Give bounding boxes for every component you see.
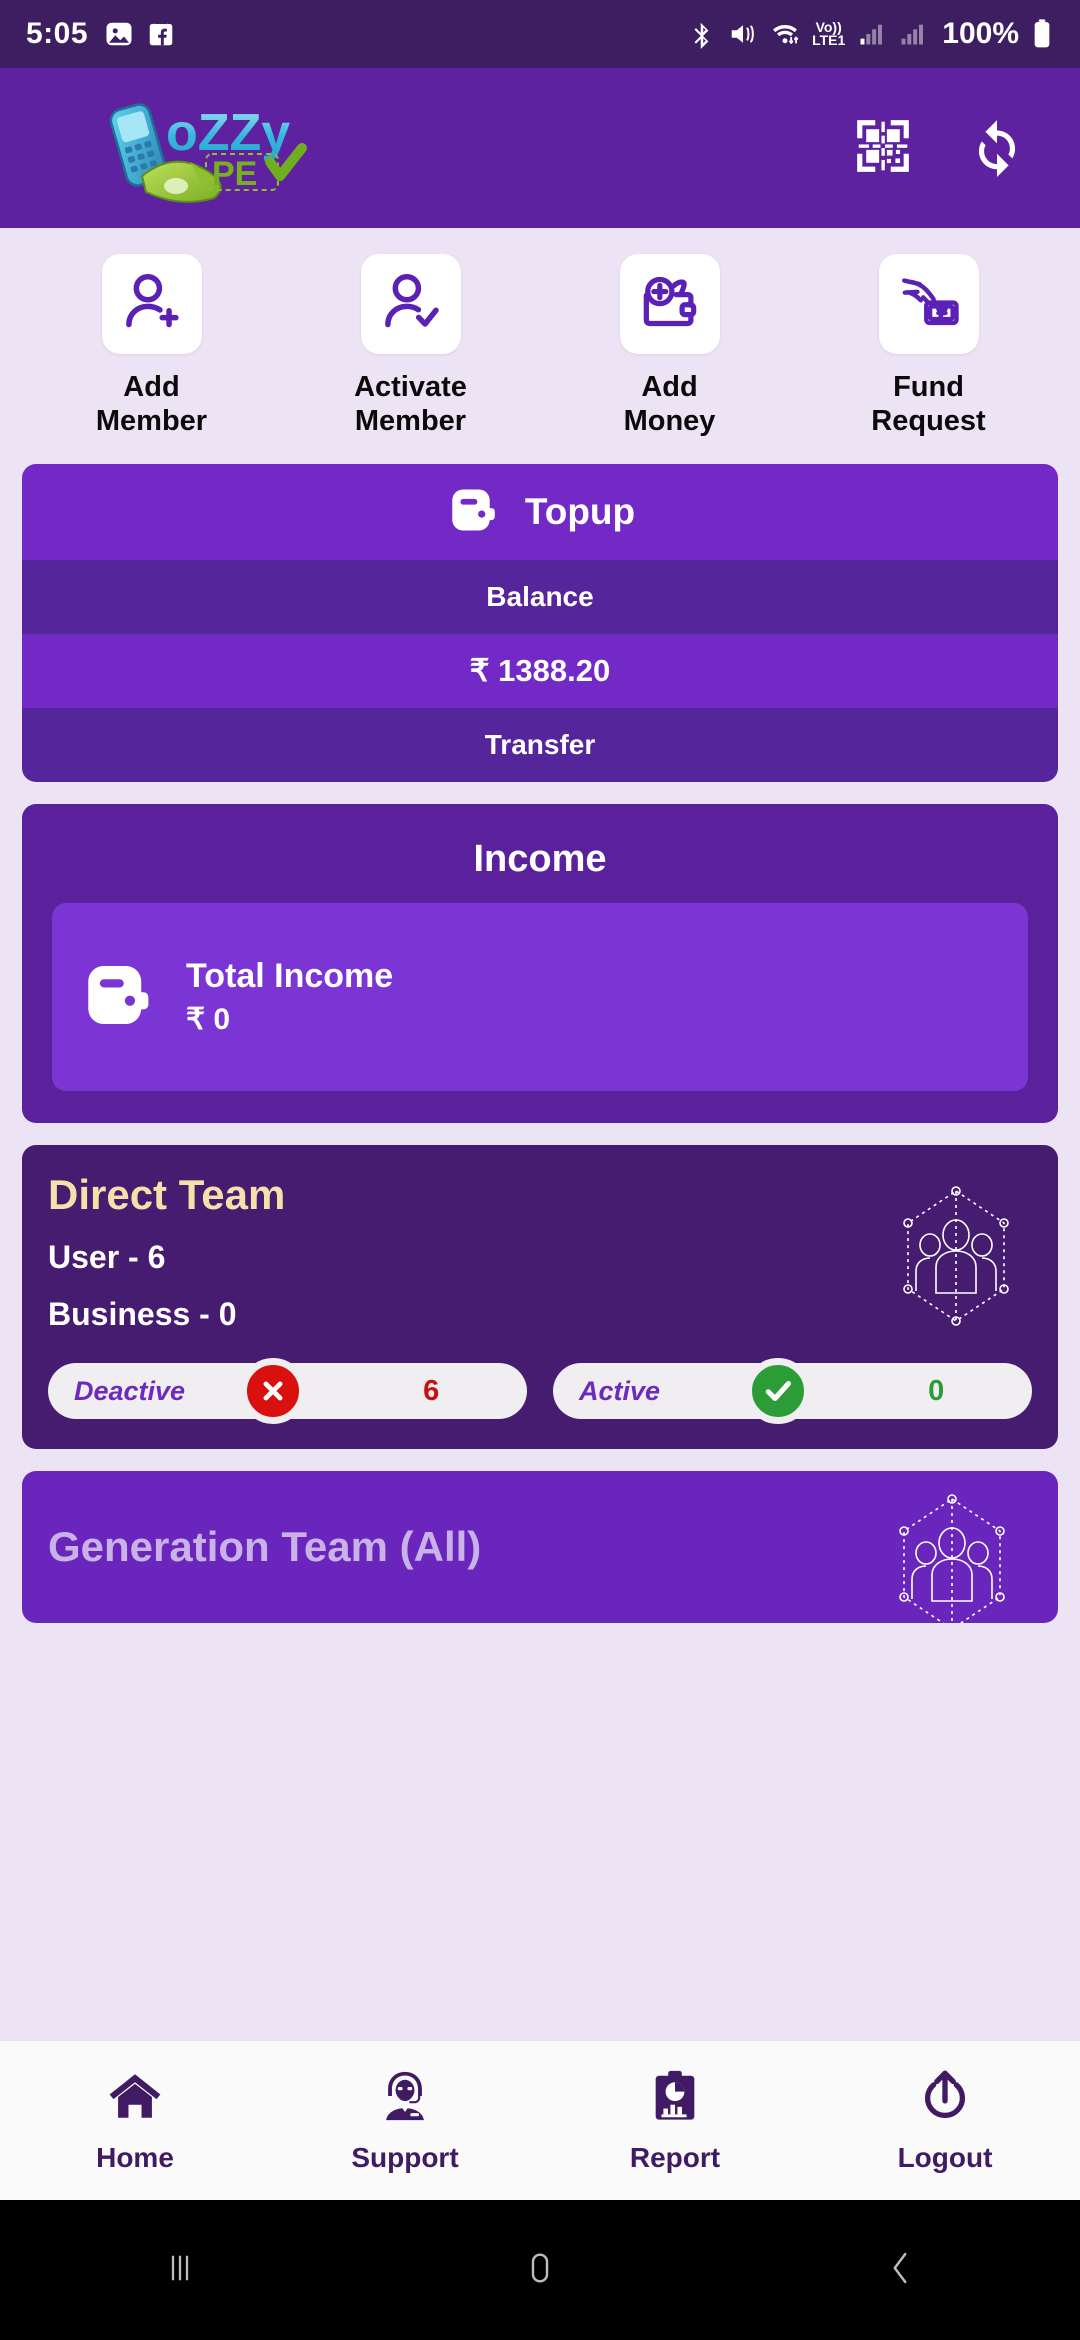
user-check-icon <box>378 269 444 340</box>
quick-action-tile[interactable] <box>619 254 720 354</box>
back-button[interactable] <box>720 2247 1080 2294</box>
status-bar: 5:05 Vo)) LTE1 100% <box>0 0 1080 68</box>
quick-action-add-member[interactable]: Add Member <box>22 254 281 438</box>
team-network-icon <box>896 1181 1016 1336</box>
user-add-icon <box>119 269 185 340</box>
active-pill[interactable]: Active 0 <box>553 1358 1032 1425</box>
quick-action-label: Add Member <box>95 371 208 438</box>
hand-cash-icon <box>896 269 962 340</box>
facebook-icon <box>146 19 176 49</box>
topup-card-header: Topup <box>22 464 1058 561</box>
svg-text:PE: PE <box>212 155 257 193</box>
active-count: 0 <box>928 1374 945 1407</box>
bluetooth-icon <box>687 19 717 49</box>
back-chevron-icon <box>879 2247 921 2294</box>
home-button[interactable] <box>360 2247 720 2294</box>
quick-action-add-money[interactable]: Add Money <box>540 254 799 438</box>
topup-balance-amount: ₹ 1388.20 <box>469 653 611 689</box>
nav-item-report[interactable]: Report <box>540 2067 810 2174</box>
active-label: Active <box>579 1375 661 1406</box>
topup-balance-label: Balance <box>486 581 594 613</box>
quick-action-label: Activate Member <box>354 371 467 438</box>
cross-circle-icon <box>240 1358 307 1425</box>
status-time: 5:05 <box>26 17 89 50</box>
topup-transfer-label: Transfer <box>484 729 596 761</box>
volte-bottom: LTE1 <box>812 32 846 48</box>
system-navigation-bar <box>0 2200 1080 2340</box>
mute-icon <box>728 19 758 49</box>
total-income-label: Total Income <box>186 957 394 996</box>
quick-actions-row: Add Member Activate Member Add Money Fun… <box>0 228 1080 448</box>
deactive-count: 6 <box>423 1374 440 1407</box>
app-logo[interactable]: oZZy PE <box>94 88 364 208</box>
nav-item-label: Logout <box>897 2142 993 2173</box>
nav-item-home[interactable]: Home <box>0 2067 270 2174</box>
total-income-value: ₹ 0 <box>186 1003 231 1037</box>
signal-sim2-icon <box>897 20 927 48</box>
topup-transfer-row[interactable]: Transfer <box>22 708 1058 783</box>
direct-team-user-count: User - 6 <box>48 1239 166 1276</box>
power-logout-icon <box>915 2067 975 2130</box>
bottom-navigation: Home Support Report Logout <box>0 2040 1080 2200</box>
total-income-panel[interactable]: Total Income ₹ 0 <box>52 903 1028 1092</box>
income-card: Income Total Income ₹ 0 <box>22 804 1058 1124</box>
nav-item-logout[interactable]: Logout <box>810 2067 1080 2174</box>
recents-icon <box>159 2247 201 2294</box>
status-system-icons: Vo)) LTE1 100% <box>687 17 1054 51</box>
home-icon <box>105 2067 165 2130</box>
topup-balance-amount-row[interactable]: ₹ 1388.20 <box>22 634 1058 709</box>
nav-item-label: Report <box>629 2142 721 2173</box>
app-header: oZZy PE <box>0 68 1080 228</box>
battery-percent: 100% <box>942 17 1019 50</box>
direct-team-title: Direct Team <box>48 1171 286 1219</box>
nav-item-label: Home <box>96 2142 174 2173</box>
quick-action-label: Fund Request <box>871 371 986 438</box>
generation-team-card[interactable]: Generation Team (All) <box>22 1471 1058 1624</box>
wallet-icon <box>445 481 503 544</box>
quick-action-tile[interactable] <box>101 254 202 354</box>
battery-icon <box>1030 18 1054 50</box>
check-circle-icon <box>745 1358 812 1425</box>
quick-action-tile[interactable] <box>878 254 979 354</box>
status-notification-icons <box>104 19 176 49</box>
deactive-label: Deactive <box>74 1375 186 1406</box>
svg-text:oZZy: oZZy <box>166 104 290 162</box>
generation-team-title: Generation Team (All) <box>48 1523 482 1571</box>
quick-action-fund-request[interactable]: Fund Request <box>799 254 1058 438</box>
direct-team-card[interactable]: Direct Team User - 6 Business - 0 Deacti… <box>22 1145 1058 1450</box>
recents-button[interactable] <box>0 2247 360 2294</box>
qr-scanner-icon[interactable] <box>852 115 914 182</box>
topup-card[interactable]: Topup Balance ₹ 1388.20 Transfer <box>22 464 1058 783</box>
app-screen: 5:05 Vo)) LTE1 100% oZZy PE Add Member A… <box>0 0 1080 2340</box>
topup-balance-label-row[interactable]: Balance <box>22 560 1058 635</box>
quick-action-tile[interactable] <box>360 254 461 354</box>
nav-item-label: Support <box>351 2142 459 2173</box>
wifi-icon <box>769 19 801 49</box>
wallet-icon <box>78 954 160 1041</box>
deactive-pill[interactable]: Deactive 6 <box>48 1358 527 1425</box>
refresh-icon[interactable] <box>966 115 1028 182</box>
quick-action-activate-member[interactable]: Activate Member <box>281 254 540 438</box>
clipboard-chart-icon <box>645 2067 705 2130</box>
quick-action-label: Add Money <box>623 371 716 438</box>
team-network-icon <box>892 1489 1012 1624</box>
direct-team-status-pills: Deactive 6 Active 0 <box>48 1358 1032 1425</box>
income-title: Income <box>473 838 607 881</box>
signal-sim1-icon <box>856 20 886 48</box>
photos-icon <box>104 19 134 49</box>
volte-icon: Vo)) LTE1 <box>812 20 846 48</box>
nav-item-support[interactable]: Support <box>270 2067 540 2174</box>
home-pill-icon <box>519 2247 561 2294</box>
topup-title: Topup <box>524 491 636 533</box>
wallet-plus-icon <box>637 269 703 340</box>
headset-agent-icon <box>375 2067 435 2130</box>
direct-team-business-amount: Business - 0 <box>48 1296 237 1333</box>
